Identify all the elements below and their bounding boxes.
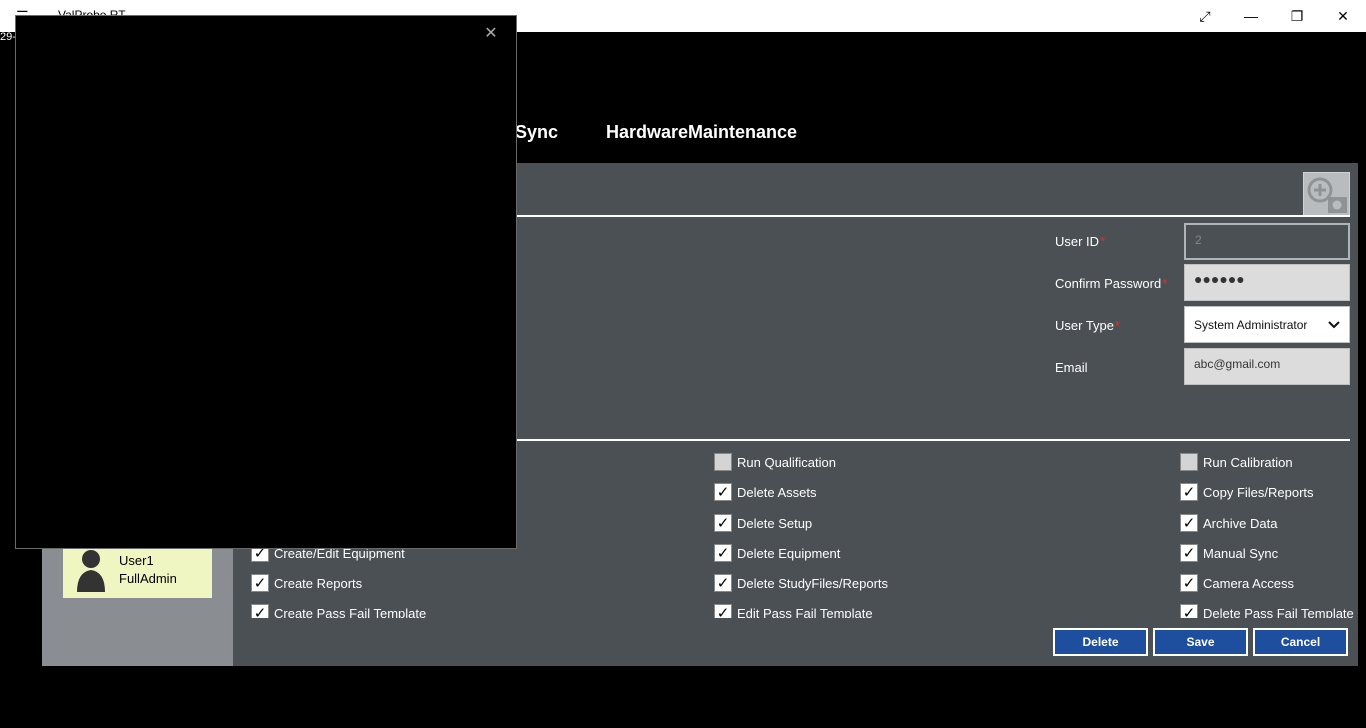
checkbox[interactable]: ✓ xyxy=(1180,574,1198,592)
permission-item[interactable]: ✓ Copy Files/Reports xyxy=(1180,483,1314,501)
checkbox[interactable]: ✓ xyxy=(714,604,732,618)
permission-item[interactable]: ✓ Delete Pass Fail Template xyxy=(1180,604,1354,618)
checkbox[interactable]: ✓ xyxy=(251,574,269,592)
chevron-down-icon xyxy=(1328,318,1340,332)
permission-item[interactable]: Run Qualification xyxy=(714,453,836,471)
user-type-value: System Administrator xyxy=(1194,317,1308,332)
delete-button[interactable]: Delete xyxy=(1053,628,1148,656)
expand-icon[interactable]: ⤢ xyxy=(1182,0,1228,32)
user-name: User1 xyxy=(119,553,154,568)
email-label: Email xyxy=(1055,360,1088,375)
minimize-button[interactable]: — xyxy=(1228,0,1274,32)
permission-item[interactable]: ✓ Edit Pass Fail Template xyxy=(714,604,873,618)
permission-item[interactable]: ✓ Camera Access xyxy=(1180,574,1294,592)
permission-item[interactable]: ✓ Archive Data xyxy=(1180,514,1277,532)
checkbox[interactable]: ✓ xyxy=(1180,604,1198,618)
checkbox[interactable]: ✓ xyxy=(714,544,732,562)
user-id-field[interactable]: 2 xyxy=(1184,223,1350,260)
confirm-password-label: Confirm Password* xyxy=(1055,276,1168,291)
checkbox[interactable]: ✓ xyxy=(1180,514,1198,532)
date-fragment: 29- xyxy=(0,31,16,43)
popup-close-icon[interactable]: ✕ xyxy=(482,24,500,42)
restore-button[interactable]: ❐ xyxy=(1274,0,1320,32)
permission-item[interactable]: ✓ Delete Equipment xyxy=(714,544,840,562)
user-type-select[interactable]: System Administrator xyxy=(1184,306,1350,343)
user-type-label: User Type* xyxy=(1055,318,1121,333)
cancel-button[interactable]: Cancel xyxy=(1253,628,1348,656)
permission-item[interactable]: ✓ Create Reports xyxy=(251,574,362,592)
user-list-item[interactable]: User1 FullAdmin xyxy=(63,542,212,598)
permission-item[interactable]: ✓ Manual Sync xyxy=(1180,544,1278,562)
checkbox[interactable]: ✓ xyxy=(714,514,732,532)
add-camera-icon xyxy=(1307,177,1347,213)
popup-dialog: ✕ xyxy=(15,15,517,549)
checkbox[interactable]: ✓ xyxy=(714,483,732,501)
checkbox[interactable]: ✓ xyxy=(251,604,269,618)
permission-item[interactable]: ✓ Create Pass Fail Template xyxy=(251,604,426,618)
permission-item[interactable]: ✓ Delete StudyFiles/Reports xyxy=(714,574,888,592)
confirm-password-field[interactable]: ●●●●●● xyxy=(1184,264,1350,301)
checkbox[interactable]: ✓ xyxy=(714,574,732,592)
save-button[interactable]: Save xyxy=(1153,628,1248,656)
close-window-button[interactable]: ✕ xyxy=(1320,0,1366,32)
checkbox[interactable]: ✓ xyxy=(1180,544,1198,562)
user-role: FullAdmin xyxy=(119,571,177,586)
permission-item[interactable]: Run Calibration xyxy=(1180,453,1293,471)
add-camera-button[interactable] xyxy=(1303,172,1350,216)
user-id-label: User ID* xyxy=(1055,234,1106,249)
tab-hardware-maintenance[interactable]: HardwareMaintenance xyxy=(606,122,797,143)
checkbox[interactable] xyxy=(1180,453,1198,471)
checkbox[interactable] xyxy=(714,453,732,471)
email-field[interactable]: abc@gmail.com xyxy=(1184,348,1350,385)
permission-item[interactable]: ✓ Delete Assets xyxy=(714,483,817,501)
checkbox[interactable]: ✓ xyxy=(1180,483,1198,501)
user-avatar-icon xyxy=(63,542,119,598)
permission-item[interactable]: ✓ Delete Setup xyxy=(714,514,812,532)
